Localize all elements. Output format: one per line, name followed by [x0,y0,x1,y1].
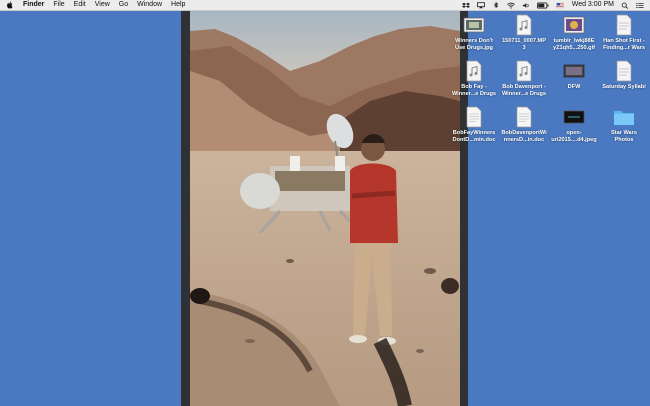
desktop-icon-bobdavenport-doc[interactable]: BobDavenportWi nnersD...in.doc [500,106,548,144]
desktop-icon-bobfay-doc[interactable]: BobFayWinners DontD...min.doc [450,106,498,144]
audio-file-icon [466,60,482,82]
image-file-icon [563,110,585,124]
bluetooth-icon[interactable] [492,1,500,9]
desktop-icon-label-2: Photos [614,137,634,143]
menu-app-name[interactable]: Finder [23,0,44,10]
document-file-icon [616,14,632,36]
desktop-icon-open-uri-jpeg[interactable]: open- uri2015....d4.jpeg [550,106,598,144]
desktop-icon-han-shot-first[interactable]: Han Shot First - Finding...r Wars [600,14,648,52]
desktop-icon-saturday-syllabi[interactable]: Saturday Syllabi [600,60,648,91]
menu-go[interactable]: Go [119,0,128,10]
desktop-icon-label-2: yZ1qh5...250.gif [553,45,595,51]
desktop-icon-star-wars-photos[interactable]: Star Wars Photos [600,106,648,144]
desktop-icon-label: BobDavenportWi [501,130,547,136]
menu-bar: Finder File Edit View Go Window Help Wed… [0,0,650,11]
apple-icon[interactable] [6,1,13,9]
photo-viewer-window[interactable] [181,11,468,406]
desktop-icon-winners-dont-use-drugs[interactable]: Winners Don't Use Drugs.jpg [450,14,498,52]
audio-file-icon [516,14,532,36]
desktop-icon-label: open- [566,130,582,136]
desktop-icon-label-2: nnersD...in.doc [503,137,545,143]
desktop-icon-label-2: Use Drugs.jpg [455,45,493,51]
audio-file-icon [516,60,532,82]
doc-file-icon [516,106,532,128]
desktop-icon-label: BobFayWinners [452,130,496,136]
video-file-icon [563,64,585,78]
menu-clock[interactable]: Wed 3:00 PM [572,0,614,10]
dropbox-icon[interactable] [461,2,470,9]
desktop-icon-label-2: uri2015....d4.jpeg [551,137,597,143]
desktop-icon-label: 150711_0007.MP [502,38,546,44]
desktop-icon-label: Star Wars [611,130,637,136]
image-file-icon [463,17,485,33]
desktop-icon-label-2: DontD...min.doc [452,137,496,143]
airplay-icon[interactable] [476,1,485,9]
battery-icon[interactable] [536,2,549,9]
desktop-icon-label: Saturday Syllabi [602,84,646,90]
list-icon[interactable] [636,2,644,9]
desktop-icon-label: Bob Fay - [461,84,487,90]
menu-help[interactable]: Help [171,0,185,10]
desktop-icon-label: Han Shot First - [603,38,645,44]
desktop-icon-label: Winners Don't [455,38,493,44]
menu-view[interactable]: View [95,0,110,10]
desktop-icon-tumblr-gif[interactable]: tumblr_lwkj88E yZ1qh5...250.gif [550,14,598,52]
desktop-icon-bob-davenport[interactable]: Bob Davenport - Winner...e Drugs [500,60,548,98]
desktop-icon-label-2: Winner...e Drugs [451,91,497,97]
flag-icon[interactable] [556,2,564,9]
desktop-icon-label: tumblr_lwkj88E [553,38,595,44]
doc-file-icon [466,106,482,128]
desktop-icon-label: DFW [567,84,581,90]
folder-icon [614,111,634,125]
desktop-icon-dfw[interactable]: DFW [550,60,598,91]
menu-edit[interactable]: Edit [74,0,86,10]
desktop-icon-label-2: Winner...e Drugs [501,91,547,97]
desktop-icon-150711-mp3[interactable]: 150711_0007.MP 3 [500,14,548,52]
desktop-icon-bob-fay[interactable]: Bob Fay - Winner...e Drugs [450,60,498,98]
search-icon[interactable] [621,2,629,9]
volume-icon[interactable] [522,2,530,9]
gif-file-icon [563,16,585,34]
menu-window[interactable]: Window [137,0,162,10]
desktop-icon-label: Bob Davenport - [502,84,546,90]
document-file-icon [616,60,632,82]
menu-file[interactable]: File [53,0,64,10]
desktop-icon-label-2: 3 [522,45,526,51]
photo [190,11,460,406]
desktop-icon-label-2: Finding...r Wars [602,45,646,51]
wifi-icon[interactable] [506,2,515,9]
